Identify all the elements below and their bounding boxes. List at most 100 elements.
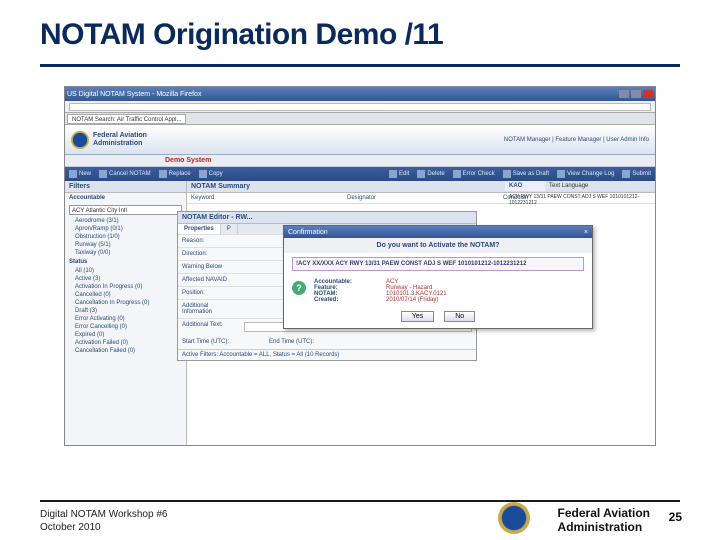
agency-line1: Federal Aviation bbox=[558, 506, 650, 520]
maximize-icon[interactable] bbox=[631, 90, 641, 98]
sidebar-item[interactable]: Runway (5/1) bbox=[65, 241, 186, 249]
edit-button[interactable]: Edit bbox=[389, 170, 409, 178]
dialog-question: Do you want to Activate the NOTAM? bbox=[284, 238, 592, 253]
error-check-button[interactable]: Error Check bbox=[453, 170, 495, 178]
demo-banner-text: Demo System bbox=[165, 157, 211, 164]
browser-tab[interactable]: NOTAM Search: Air Traffic Control Appl..… bbox=[67, 114, 186, 124]
new-button[interactable]: New bbox=[69, 170, 91, 178]
error-check-icon bbox=[453, 170, 461, 178]
close-icon[interactable] bbox=[643, 90, 653, 98]
tab-p[interactable]: P bbox=[221, 224, 238, 234]
active-filters-footer: Active Filters: Accountable = ALL, Statu… bbox=[178, 349, 476, 360]
sidebar-item[interactable]: Activation Failed (0) bbox=[65, 339, 186, 347]
sidebar-item[interactable]: Obstruction (1/0) bbox=[65, 233, 186, 241]
copy-label: Copy bbox=[209, 171, 223, 177]
no-button[interactable]: No bbox=[444, 311, 475, 322]
help-icon[interactable]: ? bbox=[292, 281, 306, 295]
cancel-label: Cancel NOTAM bbox=[109, 171, 151, 177]
sidebar-item[interactable]: All (10) bbox=[65, 267, 186, 275]
sidebar-item[interactable]: Activation In Progress (0) bbox=[65, 283, 186, 291]
status-label: Status bbox=[65, 257, 186, 267]
replace-icon bbox=[159, 170, 167, 178]
workarea: Filters Accountable ACY Atlantic City In… bbox=[65, 181, 655, 445]
reason-label: Reason: bbox=[178, 235, 240, 247]
copy-icon bbox=[199, 170, 207, 178]
sidebar-item[interactable]: Error Cancelling (0) bbox=[65, 323, 186, 331]
tab-properties[interactable]: Properties bbox=[178, 224, 221, 234]
accountable-label: Accountable bbox=[65, 193, 186, 203]
browser-urlbar bbox=[65, 101, 655, 113]
sidebar-item[interactable]: Cancellation Failed (0) bbox=[65, 347, 186, 355]
error-check-label: Error Check bbox=[463, 171, 495, 177]
affected-label: Affected NAVAID bbox=[178, 274, 240, 286]
faa-seal-icon bbox=[498, 502, 530, 534]
brand-text: Federal Aviation Administration bbox=[93, 132, 147, 148]
sidebar-item[interactable]: Draft (3) bbox=[65, 307, 186, 315]
filters-header: Filters bbox=[65, 181, 186, 193]
page-number: 25 bbox=[669, 510, 682, 524]
position-label: Position: bbox=[178, 287, 240, 299]
sidebar-item[interactable]: Error Activating (0) bbox=[65, 315, 186, 323]
sidebar: Filters Accountable ACY Atlantic City In… bbox=[65, 181, 187, 445]
agency-line2: Administration bbox=[558, 520, 650, 534]
minimize-icon[interactable] bbox=[619, 90, 629, 98]
sidebar-item[interactable]: Cancellation In Progress (0) bbox=[65, 299, 186, 307]
submit-button[interactable]: Submit bbox=[622, 170, 651, 178]
sidebar-item[interactable]: Apron/Ramp (0/1) bbox=[65, 225, 186, 233]
replace-label: Replace bbox=[169, 171, 191, 177]
view-changelog-button[interactable]: View Change Log bbox=[557, 170, 614, 178]
copy-button[interactable]: Copy bbox=[199, 170, 223, 178]
edit-icon bbox=[389, 170, 397, 178]
footer-left: Digital NOTAM Workshop #6 October 2010 bbox=[40, 508, 167, 534]
main-panel: NOTAM Summary Keyword Designator Conditi… bbox=[187, 181, 655, 445]
delete-icon bbox=[417, 170, 425, 178]
accountable-select[interactable]: ACY Atlantic City Intl bbox=[69, 205, 182, 215]
new-icon bbox=[69, 170, 77, 178]
changelog-icon bbox=[557, 170, 565, 178]
sidebar-item[interactable]: Taxiway (0/0) bbox=[65, 249, 186, 257]
dialog-close-icon[interactable]: × bbox=[584, 229, 588, 236]
direction-label: Direction: bbox=[178, 248, 240, 260]
dialog-titlebar: Confirmation × bbox=[284, 226, 592, 238]
start-time-label: Start Time (UTC): bbox=[182, 339, 229, 345]
kao-label: KAO bbox=[505, 181, 545, 191]
save-icon bbox=[503, 170, 511, 178]
replace-button[interactable]: Replace bbox=[159, 170, 191, 178]
edit-label: Edit bbox=[399, 171, 409, 177]
yes-button[interactable]: Yes bbox=[401, 311, 434, 322]
created-r: 2010/07/14 (Friday) bbox=[386, 297, 584, 303]
sidebar-item[interactable]: Aerodrome (3/1) bbox=[65, 217, 186, 225]
header-links[interactable]: NOTAM Manager | Feature Manager | User A… bbox=[504, 137, 649, 143]
addl-info-label: Additional Information bbox=[178, 300, 240, 318]
editor-title: NOTAM Editor - RW... bbox=[178, 212, 476, 224]
footer-line1: Digital NOTAM Workshop #6 bbox=[40, 508, 167, 521]
submit-label: Submit bbox=[632, 171, 651, 177]
sidebar-item[interactable]: Cancelled (0) bbox=[65, 291, 186, 299]
slide-title: NOTAM Origination Demo /11 bbox=[40, 18, 443, 52]
view-changelog-label: View Change Log bbox=[567, 171, 614, 177]
app-header: Federal Aviation Administration NOTAM Ma… bbox=[65, 125, 655, 155]
footer-rule bbox=[40, 500, 680, 502]
browser-tabstrip: NOTAM Search: Air Traffic Control Appl..… bbox=[65, 113, 655, 125]
faa-seal-icon bbox=[71, 131, 89, 149]
dialog-fields: Accountable:ACY Feature:Runway - Hazard … bbox=[314, 279, 584, 303]
window-controls bbox=[619, 90, 653, 98]
delete-button[interactable]: Delete bbox=[417, 170, 444, 178]
footer-line2: October 2010 bbox=[40, 521, 167, 534]
app-screenshot: US Digital NOTAM System - Mozilla Firefo… bbox=[64, 86, 656, 446]
warning-label: Warning Below bbox=[178, 261, 240, 273]
kao-text: ACY RWY 13/31 PAEW CONST ADJ S WEF 10101… bbox=[505, 191, 655, 208]
sidebar-item[interactable]: Active (3) bbox=[65, 275, 186, 283]
save-draft-button[interactable]: Save as Draft bbox=[503, 170, 549, 178]
slide: NOTAM Origination Demo /11 US Digital NO… bbox=[0, 0, 720, 540]
cancel-notam-button[interactable]: Cancel NOTAM bbox=[99, 170, 151, 178]
submit-icon bbox=[622, 170, 630, 178]
sidebar-item[interactable]: Expired (0) bbox=[65, 331, 186, 339]
url-input[interactable] bbox=[69, 103, 651, 111]
browser-window-title: US Digital NOTAM System - Mozilla Firefo… bbox=[67, 91, 201, 98]
kao-text-label: Text Language bbox=[545, 181, 655, 191]
dialog-notam-text: !ACY XX/XXX ACY RWY 13/31 PAEW CONST ADJ… bbox=[292, 257, 584, 271]
app-brand: Federal Aviation Administration bbox=[71, 131, 147, 149]
dialog-body: ? Accountable:ACY Feature:Runway - Hazar… bbox=[284, 275, 592, 311]
col-keyword: Keyword bbox=[187, 193, 343, 203]
